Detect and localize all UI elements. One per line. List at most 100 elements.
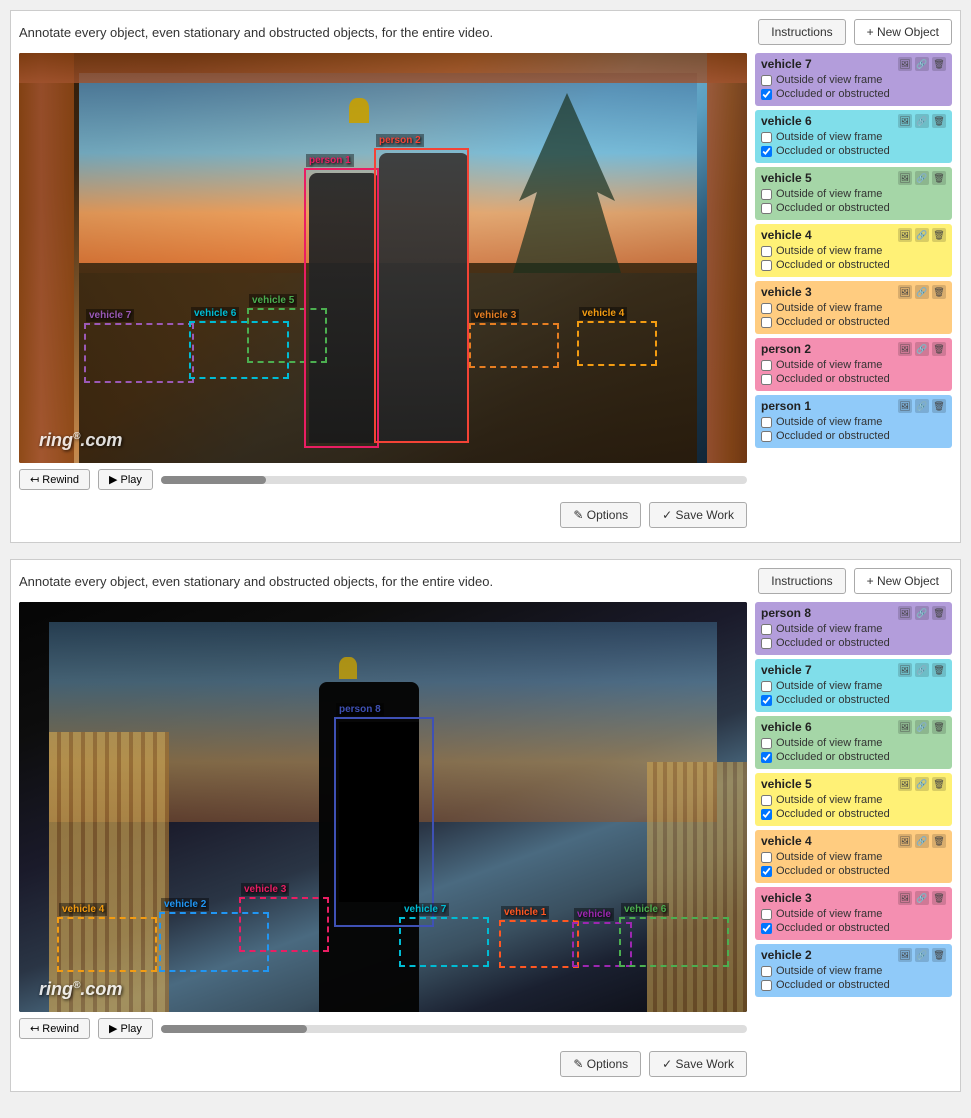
image-icon-vehicle4-p2[interactable]: 🖼 xyxy=(898,834,912,848)
progress-bar-1[interactable] xyxy=(161,476,747,484)
outside-checkbox-person8-p2[interactable] xyxy=(761,624,772,635)
options-button-2[interactable]: ✎ Options xyxy=(560,1051,641,1077)
occluded-checkbox-vehicle6-p2[interactable] xyxy=(761,752,772,763)
image-icon-person8-p2[interactable]: 🖼 xyxy=(898,606,912,620)
link-icon-vehicle2-p2[interactable]: 🔗 xyxy=(915,948,929,962)
occluded-checkbox-vehicle5[interactable] xyxy=(761,203,772,214)
object-header-vehicle4-p2: vehicle 4 🖼 🔗 🗑 xyxy=(761,834,946,848)
outside-checkbox-vehicle6[interactable] xyxy=(761,132,772,143)
outside-checkbox-vehicle4-p2[interactable] xyxy=(761,852,772,863)
image-icon-vehicle7[interactable]: 🖼 xyxy=(898,57,912,71)
link-icon-vehicle4-p1[interactable]: 🔗 xyxy=(915,228,929,242)
outside-checkbox-vehicle4-p1[interactable] xyxy=(761,246,772,257)
outside-checkbox-vehicle2-p2[interactable] xyxy=(761,966,772,977)
image-icon-vehicle5-p2[interactable]: 🖼 xyxy=(898,777,912,791)
occluded-label-vehicle7-p2: Occluded or obstructed xyxy=(776,694,890,706)
link-icon-vehicle3-p1[interactable]: 🔗 xyxy=(915,285,929,299)
instructions-button-1[interactable]: Instructions xyxy=(758,19,845,45)
new-object-button-2[interactable]: + New Object xyxy=(854,568,952,594)
progress-bar-2[interactable] xyxy=(161,1025,747,1033)
save-button-2[interactable]: ✓ Save Work xyxy=(649,1051,747,1077)
ring-logo-2: ring®.com xyxy=(39,979,122,1000)
occluded-checkbox-vehicle3-p2[interactable] xyxy=(761,923,772,934)
delete-icon-vehicle4-p2[interactable]: 🗑 xyxy=(932,834,946,848)
delete-icon-vehicle7-p2[interactable]: 🗑 xyxy=(932,663,946,677)
outside-label-vehicle7-p2: Outside of view frame xyxy=(776,680,882,692)
image-icon-person1-p1[interactable]: 🖼 xyxy=(898,399,912,413)
link-icon-vehicle6-p2[interactable]: 🔗 xyxy=(915,720,929,734)
outside-checkbox-vehicle6-p2[interactable] xyxy=(761,738,772,749)
instructions-button-2[interactable]: Instructions xyxy=(758,568,845,594)
outside-checkbox-vehicle5-p2[interactable] xyxy=(761,795,772,806)
delete-icon-vehicle4-p1[interactable]: 🗑 xyxy=(932,228,946,242)
outside-checkbox-vehicle3-p2[interactable] xyxy=(761,909,772,920)
image-icon-vehicle3-p1[interactable]: 🖼 xyxy=(898,285,912,299)
image-icon-vehicle7-p2[interactable]: 🖼 xyxy=(898,663,912,677)
outside-checkbox-vehicle7-p2[interactable] xyxy=(761,681,772,692)
delete-icon-vehicle3-p2[interactable]: 🗑 xyxy=(932,891,946,905)
link-icon-vehicle7[interactable]: 🔗 xyxy=(915,57,929,71)
link-icon-person2-p1[interactable]: 🔗 xyxy=(915,342,929,356)
image-icon-person2-p1[interactable]: 🖼 xyxy=(898,342,912,356)
delete-icon-vehicle3-p1[interactable]: 🗑 xyxy=(932,285,946,299)
image-icon-vehicle6-p2[interactable]: 🖼 xyxy=(898,720,912,734)
link-icon-vehicle4-p2[interactable]: 🔗 xyxy=(915,834,929,848)
outside-checkbox-person2-p1[interactable] xyxy=(761,360,772,371)
occluded-checkbox-vehicle2-p2[interactable] xyxy=(761,980,772,991)
delete-icon-vehicle6[interactable]: 🗑 xyxy=(932,114,946,128)
object-list-2: person 8 🖼 🔗 🗑 Outside of view frame Occ… xyxy=(755,602,952,1052)
occluded-checkbox-vehicle7[interactable] xyxy=(761,89,772,100)
occluded-checkbox-person8-p2[interactable] xyxy=(761,638,772,649)
object-icons-person2-p1: 🖼 🔗 🗑 xyxy=(898,342,946,356)
image-icon-vehicle6[interactable]: 🖼 xyxy=(898,114,912,128)
outside-checkbox-vehicle5[interactable] xyxy=(761,189,772,200)
image-icon-vehicle2-p2[interactable]: 🖼 xyxy=(898,948,912,962)
image-icon-vehicle3-p2[interactable]: 🖼 xyxy=(898,891,912,905)
object-item-vehicle3-p2: vehicle 3 🖼 🔗 🗑 Outside of view frame Oc… xyxy=(755,887,952,940)
link-icon-vehicle7-p2[interactable]: 🔗 xyxy=(915,663,929,677)
rewind-button-1[interactable]: ↤ Rewind xyxy=(19,469,90,490)
delete-icon-vehicle7[interactable]: 🗑 xyxy=(932,57,946,71)
outside-label-vehicle6-p2: Outside of view frame xyxy=(776,737,882,749)
object-name-vehicle6: vehicle 6 xyxy=(761,114,812,128)
outside-row-vehicle2-p2: Outside of view frame xyxy=(761,965,946,977)
delete-icon-vehicle2-p2[interactable]: 🗑 xyxy=(932,948,946,962)
link-icon-person1-p1[interactable]: 🔗 xyxy=(915,399,929,413)
delete-icon-person1-p1[interactable]: 🗑 xyxy=(932,399,946,413)
link-icon-vehicle3-p2[interactable]: 🔗 xyxy=(915,891,929,905)
occluded-checkbox-vehicle7-p2[interactable] xyxy=(761,695,772,706)
link-icon-person8-p2[interactable]: 🔗 xyxy=(915,606,929,620)
occluded-checkbox-vehicle5-p2[interactable] xyxy=(761,809,772,820)
new-object-button-1[interactable]: + New Object xyxy=(854,19,952,45)
occluded-checkbox-vehicle3-p1[interactable] xyxy=(761,317,772,328)
image-icon-vehicle5[interactable]: 🖼 xyxy=(898,171,912,185)
delete-icon-person8-p2[interactable]: 🗑 xyxy=(932,606,946,620)
outside-row-vehicle3-p1: Outside of view frame xyxy=(761,302,946,314)
occluded-checkbox-vehicle4-p1[interactable] xyxy=(761,260,772,271)
occluded-checkbox-person2-p1[interactable] xyxy=(761,374,772,385)
delete-icon-vehicle6-p2[interactable]: 🗑 xyxy=(932,720,946,734)
rewind-button-2[interactable]: ↤ Rewind xyxy=(19,1018,90,1039)
delete-icon-vehicle5[interactable]: 🗑 xyxy=(932,171,946,185)
outside-row-vehicle5-p2: Outside of view frame xyxy=(761,794,946,806)
link-icon-vehicle6[interactable]: 🔗 xyxy=(915,114,929,128)
image-icon-vehicle4-p1[interactable]: 🖼 xyxy=(898,228,912,242)
outside-checkbox-person1-p1[interactable] xyxy=(761,417,772,428)
occluded-checkbox-person1-p1[interactable] xyxy=(761,431,772,442)
occluded-checkbox-vehicle6[interactable] xyxy=(761,146,772,157)
options-button-1[interactable]: ✎ Options xyxy=(560,502,641,528)
outside-checkbox-vehicle3-p1[interactable] xyxy=(761,303,772,314)
delete-icon-vehicle5-p2[interactable]: 🗑 xyxy=(932,777,946,791)
play-button-1[interactable]: ▶ Play xyxy=(98,469,153,490)
occluded-checkbox-vehicle4-p2[interactable] xyxy=(761,866,772,877)
delete-icon-person2-p1[interactable]: 🗑 xyxy=(932,342,946,356)
occluded-row-person8-p2: Occluded or obstructed xyxy=(761,637,946,649)
outside-row-vehicle3-p2: Outside of view frame xyxy=(761,908,946,920)
link-icon-vehicle5-p2[interactable]: 🔗 xyxy=(915,777,929,791)
outside-label-person1-p1: Outside of view frame xyxy=(776,416,882,428)
play-button-2[interactable]: ▶ Play xyxy=(98,1018,153,1039)
outside-checkbox-vehicle7[interactable] xyxy=(761,75,772,86)
link-icon-vehicle5[interactable]: 🔗 xyxy=(915,171,929,185)
occluded-label-vehicle5-p2: Occluded or obstructed xyxy=(776,808,890,820)
save-button-1[interactable]: ✓ Save Work xyxy=(649,502,747,528)
